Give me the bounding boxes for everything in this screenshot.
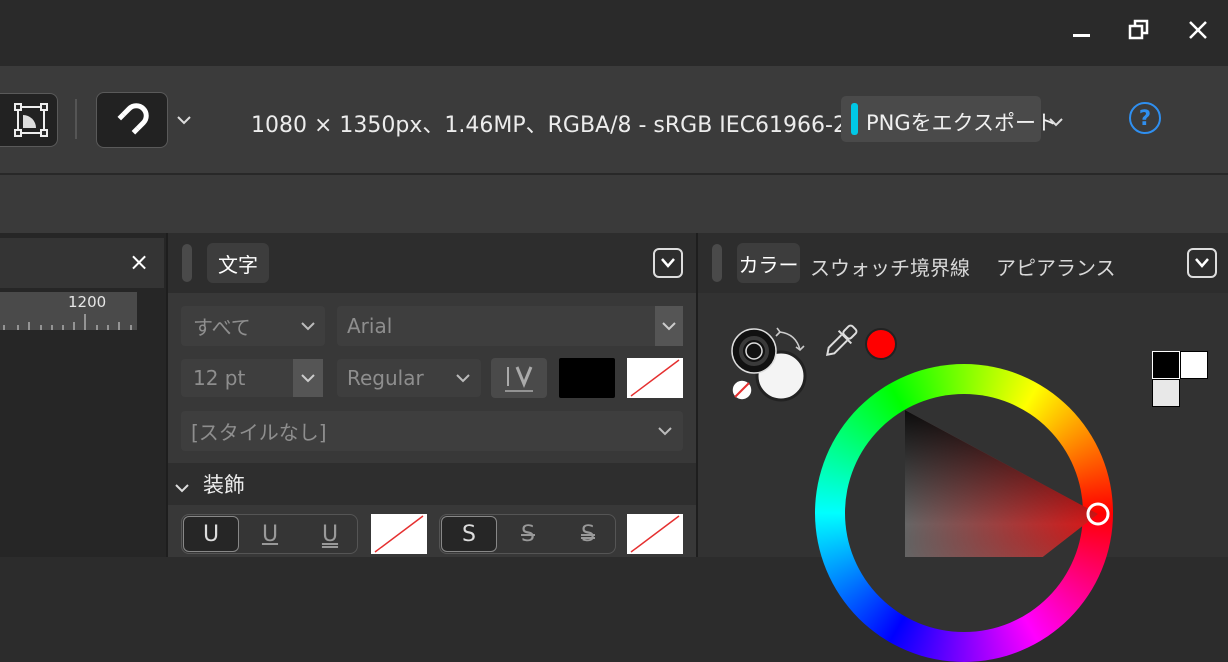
text-fill-swatch[interactable] <box>559 358 615 398</box>
default-colors-button[interactable] <box>1152 351 1208 407</box>
strikethrough-double-button[interactable]: S <box>568 516 608 552</box>
underline-double-label: U <box>321 521 339 547</box>
restore-button[interactable] <box>1119 14 1159 46</box>
chevron-down-icon <box>175 484 189 493</box>
font-filter-dropdown[interactable]: すべて <box>181 306 325 346</box>
snapping-button[interactable] <box>96 92 168 148</box>
underline-single-button[interactable]: U <box>250 516 290 552</box>
strikethrough-single-button[interactable]: S <box>508 516 548 552</box>
default-gray-chip <box>1152 379 1180 407</box>
color-panel-menu-button[interactable] <box>1187 248 1217 278</box>
chevron-down-icon <box>177 116 191 125</box>
font-size-field[interactable]: 12 pt <box>181 359 323 397</box>
chevron-down-icon <box>661 258 675 268</box>
export-label: PNGをエクスポート <box>866 111 1058 135</box>
magnet-icon <box>117 103 149 135</box>
close-icon <box>1189 21 1207 39</box>
tab-appearance[interactable]: アピアランス <box>996 252 1116 281</box>
underline-none-label: U <box>202 521 220 547</box>
help-icon: ? <box>1138 106 1152 130</box>
secondary-toolbar <box>0 175 1228 233</box>
text-cursor-icon <box>505 366 533 392</box>
snapping-dropdown[interactable] <box>176 111 192 130</box>
no-color-icon <box>630 515 680 553</box>
restore-icon <box>1128 19 1149 40</box>
panel-grip[interactable] <box>182 244 192 282</box>
close-window-button[interactable] <box>1178 14 1218 46</box>
tab-stroke[interactable]: 境界線 <box>910 252 970 281</box>
minimize-button[interactable] <box>1061 14 1101 46</box>
text-style-dropdown[interactable]: [スタイルなし] <box>181 411 683 451</box>
eyedropper-icon[interactable] <box>818 320 862 364</box>
strikethrough-double-label: S <box>581 521 595 547</box>
title-bar <box>0 0 1228 66</box>
text-edit-button[interactable] <box>491 358 547 398</box>
strikethrough-color-swatch[interactable] <box>627 514 683 554</box>
font-family-dropdown-button[interactable] <box>655 306 683 346</box>
font-filter-value: すべて <box>193 315 251 340</box>
document-info: 1080 × 1350px、1.46MP、RGBA/8 - sRGB IEC61… <box>251 113 868 138</box>
close-tab-button[interactable]: × <box>129 248 149 276</box>
chevron-down-icon <box>301 322 315 331</box>
panel-grip[interactable] <box>712 244 722 282</box>
tab-swatches[interactable]: スウォッチ <box>810 252 910 281</box>
no-color-icon <box>374 515 424 553</box>
text-stroke-swatch[interactable] <box>627 358 683 398</box>
underline-single-label: U <box>261 521 279 547</box>
tab-color[interactable]: カラー <box>737 243 800 283</box>
strikethrough-none-button[interactable]: S <box>441 516 497 552</box>
underline-color-swatch[interactable] <box>371 514 427 554</box>
font-family-value: Arial <box>347 314 393 338</box>
export-accent-bar <box>851 103 858 135</box>
crop-tool-button[interactable] <box>0 93 58 147</box>
font-style-dropdown[interactable]: Regular <box>337 359 481 397</box>
default-black-chip <box>1152 351 1180 379</box>
tab-character[interactable]: 文字 <box>207 243 269 283</box>
decoration-label: 装飾 <box>203 473 245 497</box>
strikethrough-none-label: S <box>462 521 476 547</box>
chevron-down-icon <box>1049 118 1063 127</box>
help-button[interactable]: ? <box>1129 102 1161 134</box>
font-family-dropdown[interactable]: Arial <box>337 306 683 346</box>
toolbar-divider <box>75 99 77 139</box>
font-size-dropdown-button[interactable] <box>293 359 323 397</box>
underline-double-button[interactable]: U <box>310 516 350 552</box>
chevron-down-icon <box>456 374 470 383</box>
chevron-down-icon <box>1195 258 1209 268</box>
fill-stroke-selector[interactable] <box>724 320 814 408</box>
no-color-icon <box>630 359 680 397</box>
minimize-icon <box>1073 34 1090 37</box>
decoration-collapse-toggle[interactable] <box>175 478 189 497</box>
saturation-triangle[interactable] <box>815 364 1115 557</box>
panel-menu-button[interactable] <box>653 248 683 278</box>
decoration-section-header[interactable] <box>168 463 696 505</box>
underline-none-button[interactable]: U <box>183 516 239 552</box>
ruler-label: 1200 <box>68 293 107 311</box>
strikethrough-single-label: S <box>521 521 535 547</box>
text-style-value: [スタイルなし] <box>191 420 327 445</box>
export-dropdown[interactable] <box>1048 113 1064 132</box>
font-size-value: 12 pt <box>193 366 246 390</box>
chevron-down-icon <box>301 374 315 383</box>
chevron-down-icon <box>658 427 672 436</box>
picked-color-swatch[interactable] <box>865 328 897 360</box>
default-white-chip <box>1180 351 1208 379</box>
chevron-down-icon <box>662 322 676 331</box>
crop-icon <box>14 103 48 137</box>
font-style-value: Regular <box>347 366 424 390</box>
